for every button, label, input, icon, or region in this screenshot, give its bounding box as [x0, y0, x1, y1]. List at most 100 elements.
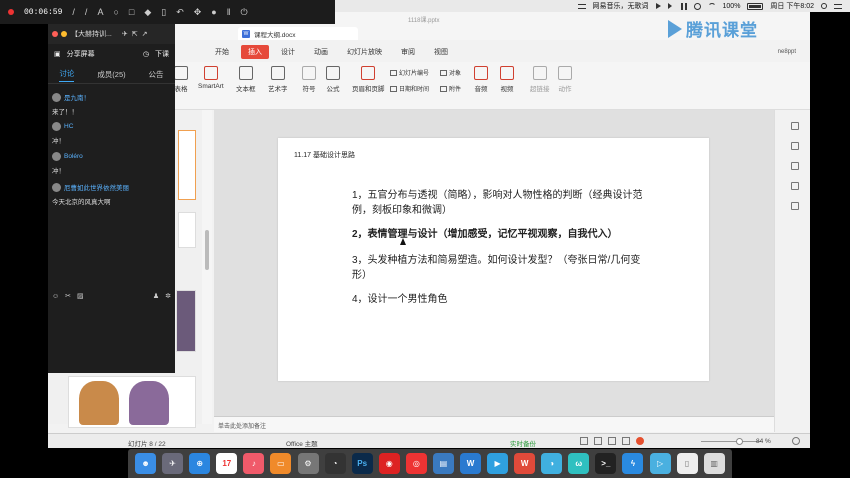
- spotlight-icon[interactable]: [821, 3, 827, 9]
- airplane-icon[interactable]: ✈: [122, 30, 128, 38]
- lark-icon[interactable]: ◑: [541, 453, 563, 474]
- table-button[interactable]: 表格: [174, 66, 188, 93]
- thumbnail-slide[interactable]: [68, 376, 196, 428]
- app-icon[interactable]: ω: [568, 453, 590, 474]
- zoom-slider[interactable]: [701, 441, 761, 442]
- transition-icon[interactable]: [791, 182, 799, 190]
- symbol-button[interactable]: 符号: [302, 66, 316, 93]
- image-icon[interactable]: ▨: [77, 292, 84, 300]
- timer-icon[interactable]: [693, 2, 701, 10]
- fit-window-icon[interactable]: [792, 437, 800, 445]
- emoji-icon[interactable]: ☺: [52, 293, 59, 300]
- list-icon[interactable]: [577, 3, 586, 9]
- tools-icon[interactable]: ✥: [194, 7, 202, 18]
- play-icon[interactable]: [667, 3, 672, 9]
- tab-review[interactable]: 审阅: [394, 45, 422, 59]
- wordart-button[interactable]: 艺术字: [268, 66, 288, 93]
- backup-status[interactable]: 实时备份: [510, 438, 536, 448]
- eraser-icon[interactable]: ◆: [144, 7, 151, 18]
- preferences-icon[interactable]: ⚙: [297, 453, 319, 474]
- outline-view-icon[interactable]: [622, 437, 630, 445]
- books-icon[interactable]: ▭: [270, 453, 292, 474]
- music-icon[interactable]: ♪: [243, 453, 265, 474]
- tab-animation[interactable]: 动画: [307, 45, 335, 59]
- tab-discussion[interactable]: 讨论: [59, 68, 75, 82]
- wps-icon[interactable]: W: [459, 453, 481, 474]
- animation-icon[interactable]: [791, 162, 799, 170]
- minimize-icon[interactable]: [61, 31, 67, 37]
- close-icon[interactable]: [52, 31, 58, 37]
- tab-members[interactable]: 成员(25): [97, 69, 125, 80]
- tencent-classroom-icon[interactable]: ▶: [487, 453, 509, 474]
- thumbnail-slide[interactable]: [178, 212, 196, 248]
- thumbnail-slide[interactable]: [178, 130, 196, 200]
- share-icon[interactable]: ⇱: [132, 30, 138, 38]
- power-icon[interactable]: ⏻: [240, 7, 247, 18]
- tencent-video-icon[interactable]: ▷: [649, 453, 671, 474]
- rect-tool-icon[interactable]: □: [129, 7, 134, 17]
- pause-icon[interactable]: [680, 2, 687, 10]
- header-footer-button[interactable]: 页眉和页脚: [352, 66, 385, 93]
- tab-announcement[interactable]: 公告: [149, 69, 164, 80]
- current-slide[interactable]: 11.17 基础设计思路 1，五官分布与透视（简略），影响对人物性格的判断（经典…: [278, 138, 709, 381]
- export-icon[interactable]: ↗: [142, 30, 148, 38]
- thumbnail-scrollbar[interactable]: [202, 110, 212, 424]
- layout-icon[interactable]: [791, 122, 799, 130]
- mic-icon[interactable]: ●: [211, 7, 216, 17]
- slide-number-button[interactable]: 幻灯片编号: [390, 68, 429, 77]
- zoom-level[interactable]: 84 %: [756, 438, 771, 445]
- tab-insert[interactable]: 插入: [241, 45, 269, 59]
- thunder-icon[interactable]: ϟ: [622, 453, 644, 474]
- comments-icon[interactable]: [791, 202, 799, 210]
- undo-icon[interactable]: ↶: [176, 7, 184, 18]
- prev-icon[interactable]: [655, 3, 661, 9]
- scroll-thumb[interactable]: [205, 230, 209, 270]
- members-icon[interactable]: ♟: [153, 292, 159, 300]
- terminal-icon[interactable]: >_: [595, 453, 617, 474]
- share-screen-button[interactable]: 分享屏幕: [67, 49, 95, 59]
- equation-button[interactable]: 公式: [326, 66, 340, 93]
- clock[interactable]: 周日 下午8:02: [770, 1, 814, 11]
- user-name[interactable]: ne8ppt: [778, 49, 796, 55]
- pause-icon[interactable]: ‖: [227, 7, 231, 17]
- text-icon[interactable]: A: [97, 7, 103, 17]
- sorter-view-icon[interactable]: [594, 437, 602, 445]
- notes-pane[interactable]: 单击此处添加备注: [214, 416, 774, 432]
- document-icon[interactable]: ▯: [676, 453, 698, 474]
- tab-slideshow[interactable]: 幻灯片放映: [340, 45, 389, 59]
- photoshop-icon[interactable]: Ps: [351, 453, 373, 474]
- format-icon[interactable]: [791, 142, 799, 150]
- end-class-button[interactable]: 下课: [155, 49, 169, 59]
- tab-design[interactable]: 设计: [274, 45, 302, 59]
- trash-icon[interactable]: ▥: [703, 453, 725, 474]
- circle-tool-icon[interactable]: ○: [113, 7, 118, 17]
- thumbnail-slide[interactable]: [176, 290, 196, 352]
- tab-home[interactable]: 开始: [208, 45, 236, 59]
- attachment-button[interactable]: 附件: [440, 84, 461, 93]
- object-button[interactable]: 对象: [440, 68, 461, 77]
- battery-icon[interactable]: [747, 2, 764, 10]
- date-time-button[interactable]: 日期和时间: [390, 84, 429, 93]
- tab-view[interactable]: 视图: [427, 45, 455, 59]
- video-button[interactable]: 视频: [500, 66, 514, 93]
- screenshot-app-icon[interactable]: ▤: [432, 453, 454, 474]
- settings-icon[interactable]: ✲: [165, 292, 171, 300]
- qq-icon[interactable]: ◔: [324, 453, 346, 474]
- netease-cloud-icon[interactable]: ◎: [405, 453, 427, 474]
- zoom-knob[interactable]: [736, 438, 743, 445]
- wifi-icon[interactable]: [707, 2, 716, 10]
- slideshow-play-icon[interactable]: [636, 437, 644, 445]
- notification-center-icon[interactable]: [834, 3, 842, 9]
- safari-icon[interactable]: ⊕: [189, 453, 211, 474]
- finder-icon[interactable]: ☻: [135, 453, 157, 474]
- netease-music-icon[interactable]: ◉: [378, 453, 400, 474]
- pen-icon[interactable]: /: [72, 7, 75, 17]
- scissors-icon[interactable]: ✂: [65, 292, 71, 300]
- smartart-button[interactable]: SmartArt: [198, 66, 224, 90]
- normal-view-icon[interactable]: [580, 437, 588, 445]
- hyperlink-button[interactable]: 超链接: [530, 66, 550, 93]
- calendar-icon[interactable]: 17: [216, 453, 238, 474]
- line-icon[interactable]: /: [85, 7, 88, 17]
- audio-button[interactable]: 音频: [474, 66, 488, 93]
- trash-icon[interactable]: ▯: [161, 7, 166, 18]
